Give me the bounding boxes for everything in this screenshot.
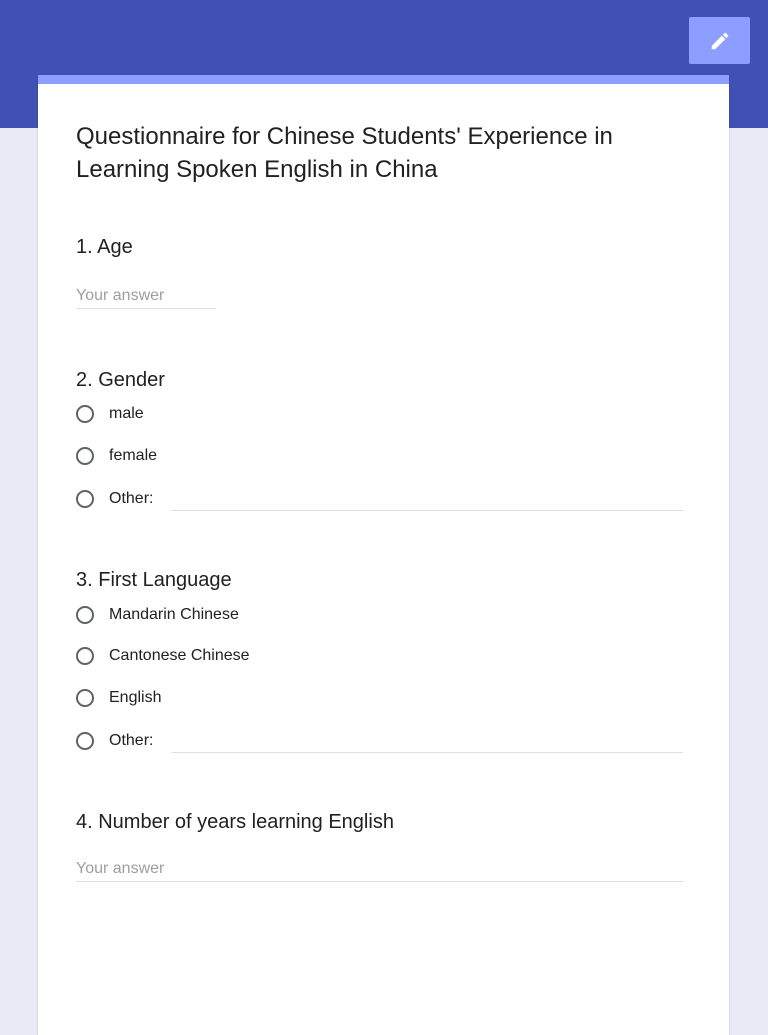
language-other-input[interactable] (171, 730, 683, 753)
radio-button[interactable] (76, 490, 94, 508)
gender-option-male[interactable]: male (76, 402, 144, 426)
pencil-icon (711, 32, 728, 49)
option-label: Other: (109, 732, 154, 749)
language-option-mandarin[interactable]: Mandarin Chinese (76, 603, 239, 627)
language-option-other[interactable]: Other: (76, 729, 153, 753)
question-gender-title: 2. Gender (76, 369, 165, 391)
option-label: Other: (109, 490, 154, 507)
form-title: Questionnaire for Chinese Students' Expe… (76, 123, 613, 183)
language-option-cantonese[interactable]: Cantonese Chinese (76, 644, 250, 668)
years-input[interactable] (76, 857, 683, 882)
question-age-title: 1. Age (76, 236, 133, 258)
option-label: English (109, 689, 162, 706)
radio-button[interactable] (76, 647, 94, 665)
gender-other-input[interactable] (171, 488, 683, 511)
radio-button[interactable] (76, 689, 94, 707)
age-input[interactable] (76, 284, 216, 309)
language-option-english[interactable]: English (76, 686, 161, 710)
edit-button[interactable] (689, 17, 750, 64)
gender-option-other[interactable]: Other: (76, 487, 153, 511)
radio-button[interactable] (76, 447, 94, 465)
question-years-title: 4. Number of years learning English (76, 811, 394, 833)
gender-option-female[interactable]: female (76, 444, 157, 468)
radio-button[interactable] (76, 732, 94, 750)
radio-button[interactable] (76, 606, 94, 624)
option-label: male (109, 405, 144, 422)
option-label: Mandarin Chinese (109, 606, 239, 623)
radio-button[interactable] (76, 405, 94, 423)
option-label: female (109, 447, 158, 464)
form-card: Questionnaire for Chinese Students' Expe… (38, 75, 729, 1035)
option-label: Cantonese Chinese (109, 647, 250, 664)
question-first-language-title: 3. First Language (76, 569, 232, 591)
